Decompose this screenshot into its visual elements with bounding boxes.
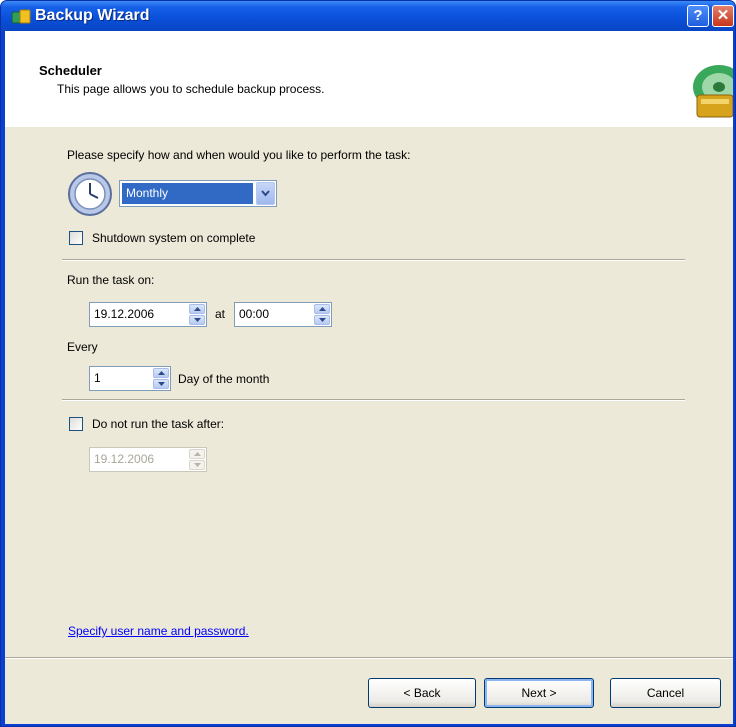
backup-wizard-window: Backup Wizard ? ✕ Scheduler This page al… bbox=[0, 0, 736, 727]
spin-down-icon[interactable] bbox=[189, 315, 205, 325]
spin-up-icon[interactable] bbox=[314, 304, 330, 314]
not-after-checkbox[interactable] bbox=[69, 417, 83, 431]
app-icon bbox=[11, 9, 31, 24]
help-icon[interactable]: ? bbox=[687, 5, 709, 27]
window-title: Backup Wizard bbox=[35, 7, 150, 24]
run-time-spinner[interactable] bbox=[314, 304, 330, 325]
not-after-label: Do not run the task after: bbox=[92, 417, 225, 431]
title-bar[interactable]: Backup Wizard ? ✕ bbox=[1, 1, 735, 31]
wizard-header: Scheduler This page allows you to schedu… bbox=[5, 31, 733, 128]
not-after-date-field[interactable]: 19.12.2006 bbox=[89, 447, 207, 472]
spin-down-icon[interactable] bbox=[314, 315, 330, 325]
chevron-down-icon[interactable] bbox=[256, 182, 275, 205]
page-title: Scheduler bbox=[39, 63, 102, 78]
footer-divider bbox=[5, 657, 733, 659]
every-value: 1 bbox=[94, 371, 101, 385]
page-description: This page allows you to schedule backup … bbox=[57, 82, 325, 96]
not-after-spinner[interactable] bbox=[189, 449, 205, 470]
schedule-prompt: Please specify how and when would you li… bbox=[67, 148, 411, 162]
next-button[interactable]: Next > bbox=[484, 678, 594, 708]
run-date-spinner[interactable] bbox=[189, 304, 205, 325]
every-label: Every bbox=[67, 340, 98, 354]
spin-up-icon[interactable] bbox=[189, 304, 205, 314]
shutdown-label: Shutdown system on complete bbox=[92, 231, 256, 245]
at-label: at bbox=[215, 307, 226, 321]
divider bbox=[62, 259, 685, 261]
spin-down-icon[interactable] bbox=[189, 460, 205, 470]
spin-up-icon[interactable] bbox=[153, 368, 169, 378]
backup-graphic-icon bbox=[693, 65, 733, 118]
not-after-date-value: 19.12.2006 bbox=[94, 452, 155, 466]
run-date-field[interactable]: 19.12.2006 bbox=[89, 302, 207, 327]
every-spinner[interactable] bbox=[153, 368, 169, 389]
run-time-value: 00:00 bbox=[239, 307, 270, 321]
every-field[interactable]: 1 bbox=[89, 366, 171, 391]
frequency-select[interactable]: Monthly bbox=[119, 180, 277, 207]
clock-icon bbox=[68, 172, 112, 216]
frequency-value: Monthly bbox=[122, 183, 253, 204]
shutdown-checkbox[interactable] bbox=[69, 231, 83, 245]
credentials-link[interactable]: Specify user name and password. bbox=[68, 624, 249, 638]
run-date-value: 19.12.2006 bbox=[94, 307, 155, 321]
back-button[interactable]: < Back bbox=[368, 678, 476, 708]
spin-up-icon[interactable] bbox=[189, 449, 205, 459]
cancel-button[interactable]: Cancel bbox=[610, 678, 721, 708]
run-task-label: Run the task on: bbox=[67, 273, 155, 287]
spin-down-icon[interactable] bbox=[153, 379, 169, 389]
divider bbox=[62, 399, 685, 401]
every-unit-label: Day of the month bbox=[178, 372, 270, 386]
close-icon[interactable]: ✕ bbox=[712, 5, 734, 27]
run-time-field[interactable]: 00:00 bbox=[234, 302, 332, 327]
wizard-body: Please specify how and when would you li… bbox=[5, 127, 733, 724]
